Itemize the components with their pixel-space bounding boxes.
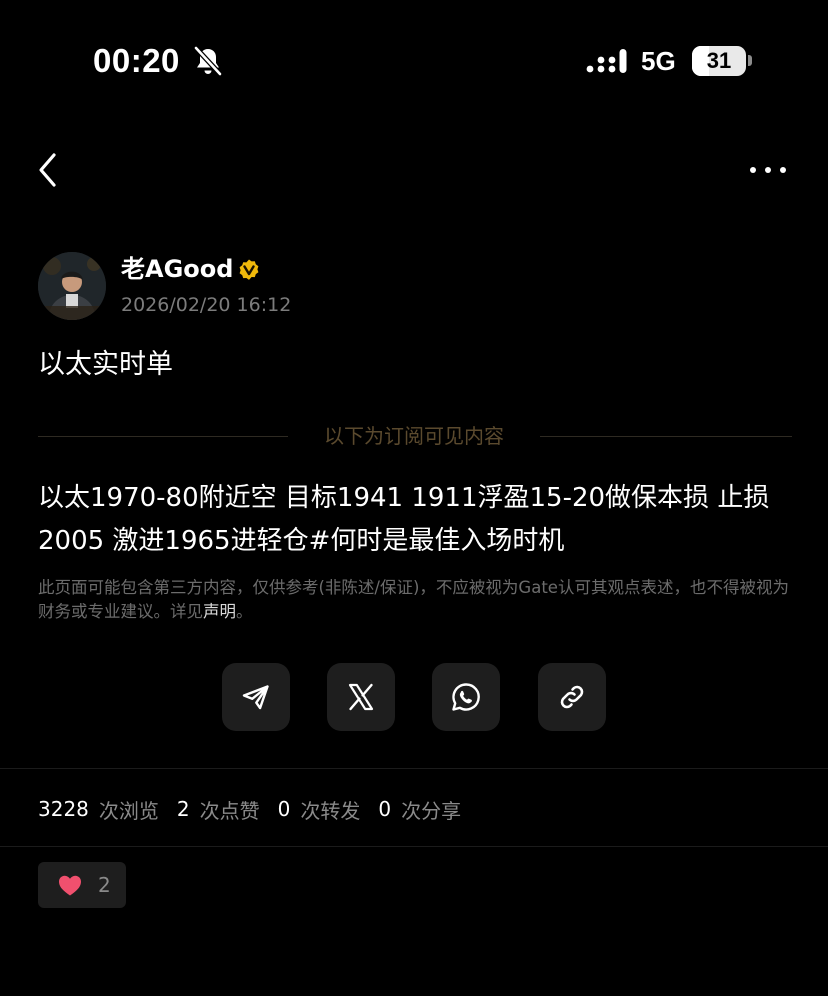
separator-top <box>0 768 828 769</box>
x-icon <box>348 683 374 711</box>
post-time: 2026/02/20 16:12 <box>121 294 292 316</box>
divider-line-left <box>38 436 288 437</box>
status-time: 00:20 <box>93 42 180 79</box>
chevron-left-icon <box>39 153 56 187</box>
copy-link-button[interactable] <box>538 663 606 731</box>
like-button[interactable]: 2 <box>38 862 126 908</box>
shares-label: 次分享 <box>401 798 462 823</box>
shares-count: 0 <box>378 797 392 821</box>
shares-stat: 0 次分享 <box>378 795 461 824</box>
disclaimer-end: 。 <box>236 602 253 621</box>
share-x-button[interactable] <box>327 663 395 731</box>
post-stats: 3228 次浏览 2 次点赞 0 次转发 0 次分享 <box>38 794 479 824</box>
telegram-icon <box>242 685 269 710</box>
back-button[interactable] <box>30 148 70 192</box>
avatar-image <box>38 252 106 320</box>
more-button[interactable] <box>740 150 796 190</box>
likes-count: 2 <box>176 797 190 821</box>
post-title: 以太实时单 <box>38 349 173 380</box>
subscription-divider-label: 以下为订阅可见内容 <box>324 424 504 448</box>
views-count: 3228 <box>38 797 89 821</box>
share-whatsapp-button[interactable] <box>432 663 500 731</box>
more-dots-icon <box>750 167 786 173</box>
battery-tip <box>748 55 752 66</box>
network-label: 5G <box>641 46 676 76</box>
signal-bars-icon <box>586 49 627 73</box>
avatar[interactable] <box>38 252 106 320</box>
link-icon <box>560 685 584 709</box>
author-name[interactable]: 老AGood <box>121 253 233 285</box>
separator-bottom <box>0 846 828 847</box>
battery-level: 31 <box>706 48 732 73</box>
likes-stat: 2 次点赞 <box>177 795 260 824</box>
like-count: 2 <box>98 873 111 897</box>
views-label: 次浏览 <box>98 798 159 823</box>
battery-icon: 31 <box>692 46 746 76</box>
views-stat: 3228 次浏览 <box>38 795 159 824</box>
verified-badge-icon <box>239 259 259 280</box>
post-body: 以太1970-80附近空 目标1941 1911浮盈15-20做保本损 止损20… <box>38 483 770 556</box>
bell-slash-icon <box>194 46 222 76</box>
reposts-label: 次转发 <box>300 798 361 823</box>
status-bar: 00:20 5G 31 <box>0 0 828 120</box>
whatsapp-icon <box>452 683 480 711</box>
disclaimer: 此页面可能包含第三方内容，仅供参考(非陈述/保证)，不应被视为Gate认可其观点… <box>38 576 798 624</box>
disclaimer-link[interactable]: 声明 <box>203 602 236 621</box>
heart-icon <box>59 875 81 896</box>
share-telegram-button[interactable] <box>222 663 290 731</box>
disclaimer-text: 此页面可能包含第三方内容，仅供参考(非陈述/保证)，不应被视为Gate认可其观点… <box>38 578 789 621</box>
reposts-stat: 0 次转发 <box>278 795 361 824</box>
divider-line-right <box>540 436 792 437</box>
reposts-count: 0 <box>277 797 291 821</box>
likes-label: 次点赞 <box>199 798 260 823</box>
